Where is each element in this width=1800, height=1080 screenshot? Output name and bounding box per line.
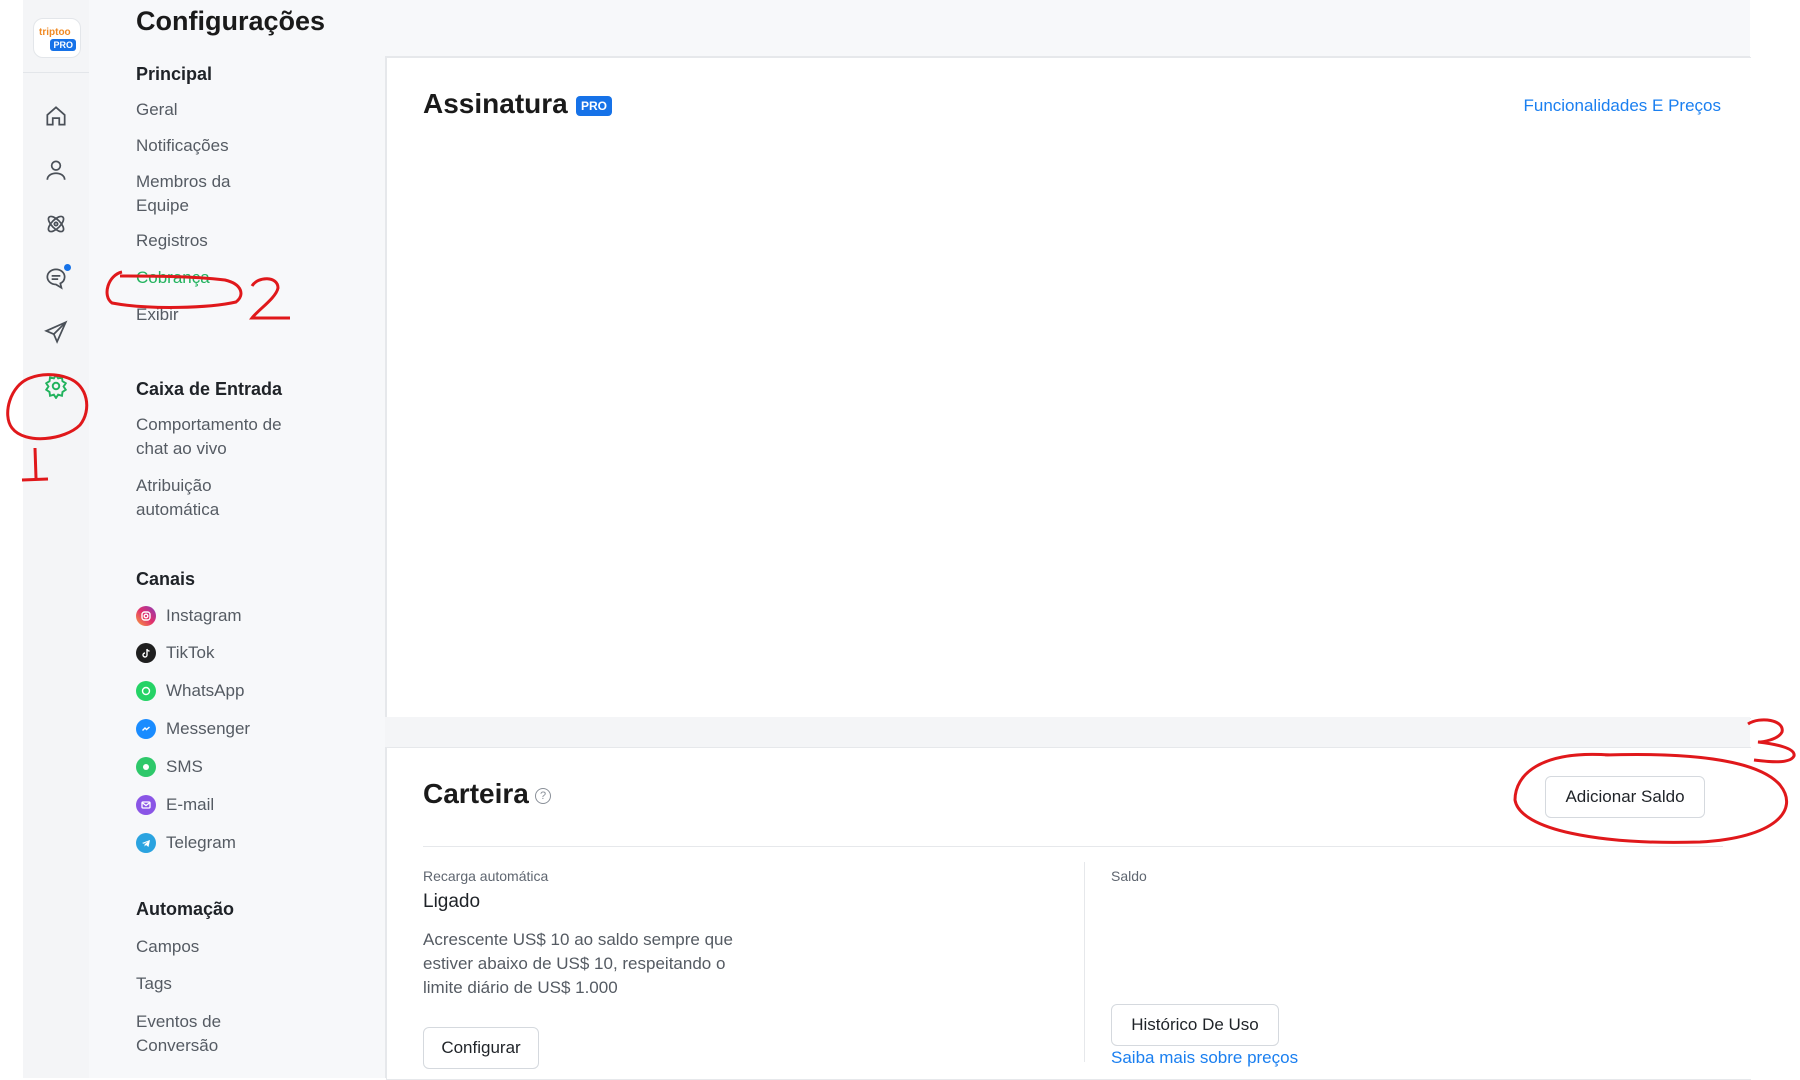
menu-item-notificacoes[interactable]: Notificações — [136, 134, 306, 158]
telegram-icon — [136, 833, 156, 853]
notification-dot — [64, 264, 71, 271]
subscription-pro-badge: PRO — [576, 96, 613, 116]
settings-title: Configurações — [136, 6, 326, 36]
channel-label: Messenger — [166, 719, 251, 738]
configure-button[interactable]: Configurar — [423, 1027, 539, 1069]
features-and-pricing-link[interactable]: Funcionalidades E Preços — [1523, 96, 1721, 116]
channel-email[interactable]: E-mail — [136, 792, 214, 818]
rail-divider — [23, 72, 89, 73]
balance-label: Saldo — [1111, 868, 1147, 884]
channel-label: E-mail — [166, 795, 215, 814]
header-strip — [385, 0, 1750, 56]
whatsapp-icon — [136, 681, 156, 701]
menu-item-comportamento-chat[interactable]: Comportamento de chat ao vivo — [136, 413, 286, 461]
instagram-icon — [136, 606, 156, 626]
tiktok-icon — [136, 643, 156, 663]
messenger-icon — [136, 719, 156, 739]
channel-label: TikTok — [166, 643, 215, 662]
usage-history-button[interactable]: Histórico De Uso — [1111, 1004, 1279, 1046]
section-automacao: Automação — [136, 899, 235, 919]
menu-item-campos[interactable]: Campos — [136, 935, 306, 959]
settings-menu: Configurações Principal Geral Notificaçõ… — [89, 0, 386, 1078]
channel-telegram[interactable]: Telegram — [136, 830, 236, 856]
gear-icon[interactable] — [43, 373, 69, 400]
menu-item-geral[interactable]: Geral — [136, 98, 306, 122]
help-icon[interactable]: ? — [535, 788, 551, 804]
logo-text: triptoo — [39, 27, 71, 38]
subscription-card: Assinatura PRO Funcionalidades E Preços — [386, 57, 1751, 719]
wallet-divider — [423, 846, 1723, 847]
auto-recharge-label: Recarga automática — [423, 868, 549, 884]
menu-item-registros[interactable]: Registros — [136, 229, 306, 253]
wallet-vertical-divider — [1084, 862, 1085, 1062]
channel-sms[interactable]: SMS — [136, 754, 203, 780]
icon-rail: triptoo PRO — [23, 0, 90, 1078]
pricing-info-link[interactable]: Saiba mais sobre preços — [1111, 1048, 1298, 1068]
auto-recharge-description: Acrescente US$ 10 ao saldo sempre que es… — [423, 930, 733, 997]
wallet-card: Carteira ? Adicionar Saldo Recarga autom… — [386, 747, 1751, 1080]
channel-instagram[interactable]: Instagram — [136, 603, 242, 629]
menu-item-atribuicao-automatica[interactable]: Atribuição automática — [136, 474, 256, 522]
channel-messenger[interactable]: Messenger — [136, 716, 250, 742]
chat-icon[interactable] — [43, 264, 71, 291]
integrations-icon[interactable] — [43, 211, 69, 237]
home-icon[interactable] — [43, 103, 69, 129]
app-logo[interactable]: triptoo PRO — [33, 18, 81, 58]
channel-label: WhatsApp — [166, 681, 245, 700]
email-icon — [136, 795, 156, 815]
section-principal: Principal — [136, 64, 213, 84]
wallet-title: Carteira — [423, 778, 529, 809]
send-icon[interactable] — [43, 319, 69, 345]
channel-tiktok[interactable]: TikTok — [136, 640, 215, 666]
channel-label: SMS — [166, 757, 203, 776]
menu-item-cobranca[interactable]: Cobrança — [136, 266, 306, 290]
user-icon[interactable] — [43, 157, 69, 183]
menu-item-membros-da-equipe[interactable]: Membros da Equipe — [136, 170, 246, 218]
section-caixa-de-entrada: Caixa de Entrada — [136, 379, 283, 399]
logo-pro-badge: PRO — [50, 39, 76, 51]
menu-item-exibir[interactable]: Exibir — [136, 303, 306, 327]
annotation-numeral-three — [1747, 718, 1796, 764]
channel-whatsapp[interactable]: WhatsApp — [136, 678, 244, 704]
card-gap — [385, 717, 1750, 747]
sms-icon — [136, 757, 156, 777]
menu-item-eventos-de-conversao[interactable]: Eventos de Conversão — [136, 1010, 246, 1058]
add-balance-button[interactable]: Adicionar Saldo — [1545, 776, 1705, 818]
section-canais: Canais — [136, 569, 196, 589]
auto-recharge-value: Ligado — [423, 891, 481, 912]
menu-item-tags[interactable]: Tags — [136, 972, 306, 996]
subscription-title: Assinatura — [423, 88, 568, 119]
channel-label: Telegram — [166, 833, 236, 852]
channel-label: Instagram — [166, 606, 242, 625]
